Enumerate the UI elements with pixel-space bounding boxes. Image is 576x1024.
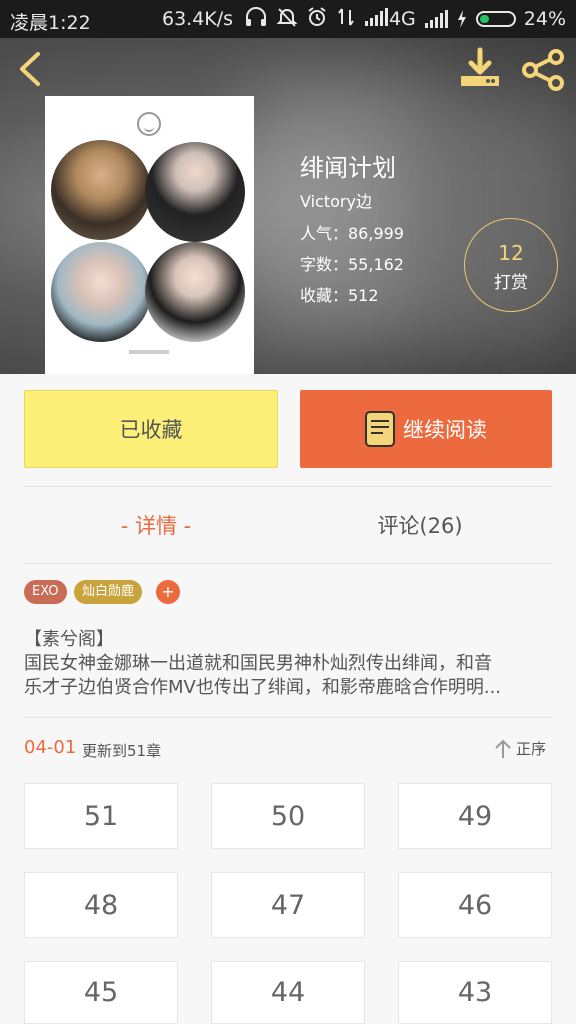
book-cover[interactable] (45, 96, 254, 374)
tag-pairing[interactable]: 灿白勋鹿 (74, 580, 143, 604)
status-net-speed: 63.4K/s (162, 8, 234, 30)
mute-icon (276, 8, 298, 27)
cover-portrait (51, 242, 151, 342)
chapter-button[interactable]: 48 (24, 872, 178, 938)
cover-portrait (145, 242, 245, 342)
reward-label: 打赏 (494, 273, 528, 293)
book-author[interactable]: Victory边 (300, 188, 372, 212)
network-type: 4G (388, 8, 416, 30)
description-line: 国民女神金娜琳一出道就和国民男神朴灿烈传出绯闻，和音 (24, 653, 492, 674)
chapter-button[interactable]: 47 (211, 872, 365, 938)
chapter-button[interactable]: 43 (398, 961, 552, 1024)
chapter-button[interactable]: 45 (24, 961, 178, 1024)
battery-percent: 24% (523, 8, 566, 30)
status-bar: 凌晨1:22 63.4K/s 4G 24% (0, 0, 576, 38)
book-popularity: 人气：86,999 (300, 224, 404, 243)
cover-portrait (51, 140, 151, 240)
smiley-icon (137, 112, 161, 136)
update-date: 04-01 (24, 737, 77, 758)
divider (24, 717, 552, 718)
reward-count: 12 (498, 241, 524, 265)
favorite-label: 已收藏 (119, 418, 183, 442)
battery-icon (475, 11, 516, 27)
cover-caption (129, 350, 169, 354)
tab-comments[interactable]: 评论(26) (288, 510, 552, 540)
book-icon (365, 411, 395, 447)
book-title: 绯闻计划 (300, 154, 396, 182)
continue-reading-button[interactable]: 继续阅读 (300, 390, 552, 468)
status-time: 凌晨1:22 (10, 12, 91, 34)
alarm-icon (308, 7, 326, 26)
download-icon[interactable] (458, 46, 502, 90)
update-text: 更新到51章 (82, 742, 162, 760)
signal-icon (424, 10, 448, 28)
sort-toggle[interactable]: 正序 (494, 738, 546, 759)
divider (24, 563, 552, 564)
book-favorites: 收藏：512 (300, 286, 379, 305)
reward-button[interactable]: 12 打赏 (464, 218, 558, 312)
cover-portrait (145, 142, 245, 242)
chapter-button[interactable]: 50 (211, 783, 365, 849)
book-description[interactable]: 【素兮阁】 国民女神金娜琳一出道就和国民男神朴灿烈传出绯闻，和音 乐才子边伯贤合… (24, 628, 552, 700)
chevron-left-icon[interactable] (14, 50, 50, 88)
book-word-count: 字数：55,162 (300, 255, 404, 274)
continue-reading-label: 继续阅读 (403, 418, 487, 442)
data-transfer-icon (338, 8, 354, 26)
add-tag-button[interactable]: + (156, 580, 180, 604)
chapter-button[interactable]: 46 (398, 872, 552, 938)
status-icons (244, 6, 388, 28)
description-line: 【素兮阁】 (24, 629, 114, 650)
share-icon[interactable] (520, 48, 566, 92)
chapter-button[interactable]: 44 (211, 961, 365, 1024)
description-line: 乐才子边伯贤合作MV也传出了绯闻，和影帝鹿晗合作明明... (24, 677, 502, 698)
chapter-button[interactable]: 49 (398, 783, 552, 849)
signal-icon (365, 8, 388, 26)
tab-detail[interactable]: - 详情 - (24, 510, 288, 540)
tag-exo[interactable]: EXO (24, 580, 67, 604)
status-right: 4G 24% (389, 8, 566, 30)
chapter-button[interactable]: 51 (24, 783, 178, 849)
headphones-icon (246, 7, 266, 26)
book-header: 绯闻计划 Victory边 人气：86,999 字数：55,162 收藏：512… (0, 38, 576, 374)
divider (24, 486, 552, 487)
favorite-button[interactable]: 已收藏 (24, 390, 278, 468)
charging-icon (457, 10, 466, 28)
arrow-up-icon (495, 739, 511, 758)
sort-label: 正序 (516, 740, 547, 758)
